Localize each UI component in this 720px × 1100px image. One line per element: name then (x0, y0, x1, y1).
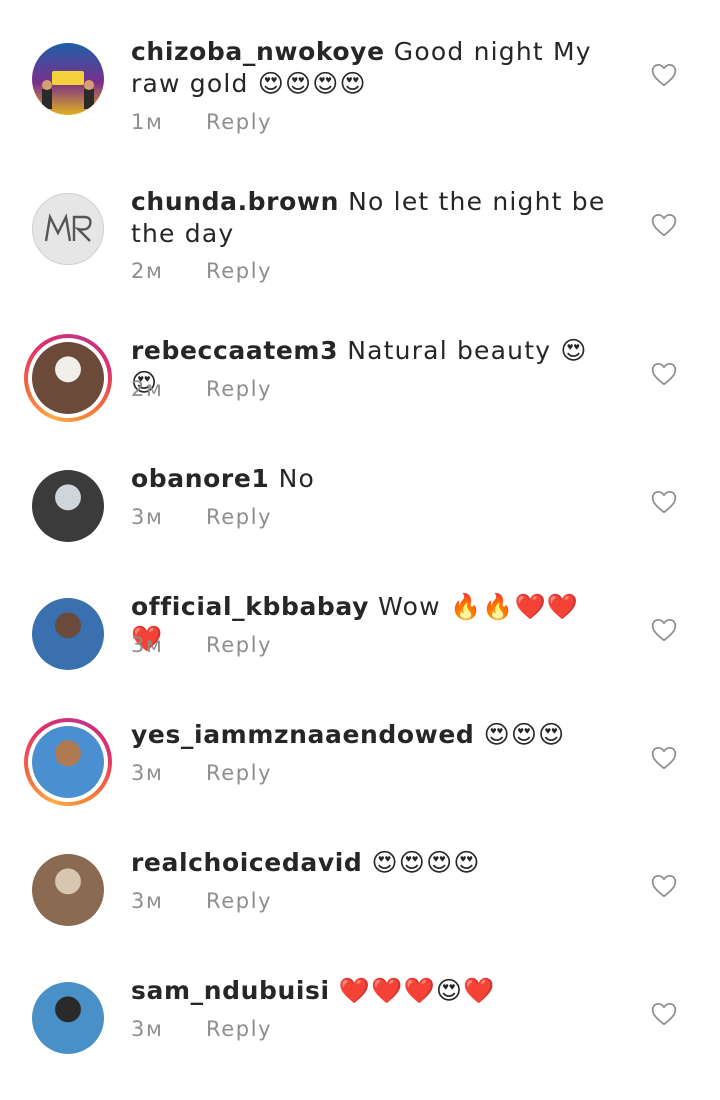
comment-timestamp: 3м (131, 889, 164, 913)
like-heart-icon[interactable] (648, 359, 680, 389)
comment-emoji: ❤️❤️❤️😍❤️ (338, 976, 496, 1005)
comment-emoji: 😍😍😍😍 (257, 69, 367, 98)
like-heart-icon[interactable] (648, 210, 680, 240)
monogram-logo-icon (44, 213, 92, 242)
comment-text: chunda.brown No let the night be the day (131, 186, 611, 250)
comment-timestamp: 2м (131, 377, 164, 401)
comment-text: sam_ndubuisi ❤️❤️❤️😍❤️ (131, 975, 611, 1007)
comment-username[interactable]: obanore1 (131, 464, 269, 493)
reply-button[interactable]: Reply (206, 259, 272, 283)
comment-username[interactable]: realchoicedavid (131, 848, 362, 877)
comment-message: Wow (378, 592, 441, 621)
avatar[interactable] (32, 982, 104, 1054)
comment-meta: 2м Reply (131, 377, 272, 401)
like-heart-icon[interactable] (648, 60, 680, 90)
comment-timestamp: 2м (131, 259, 164, 283)
reply-button[interactable]: Reply (206, 377, 272, 401)
avatar[interactable] (32, 470, 104, 542)
comment-meta: 3м Reply (131, 1017, 272, 1041)
comment-timestamp: 3м (131, 761, 164, 785)
like-heart-icon[interactable] (648, 999, 680, 1029)
comment-timestamp: 3м (131, 1017, 164, 1041)
comment-meta: 3м Reply (131, 633, 272, 657)
story-ring-gap (28, 722, 108, 802)
comment-username[interactable]: chunda.brown (131, 187, 339, 216)
person-photo-avatar (32, 854, 104, 926)
person-photo-avatar (32, 470, 104, 542)
avatar[interactable] (32, 854, 104, 926)
reply-button[interactable]: Reply (206, 110, 272, 134)
comment-emoji: 😍😍😍 (483, 720, 566, 749)
like-heart-icon[interactable] (648, 487, 680, 517)
story-ring-avatar[interactable] (24, 718, 112, 806)
comment-meta: 3м Reply (131, 889, 272, 913)
monogram-logo-avatar (32, 193, 104, 265)
like-heart-icon[interactable] (648, 743, 680, 773)
comment-meta: 2м Reply (131, 259, 272, 283)
story-ring-gap (28, 338, 108, 418)
comment-timestamp: 3м (131, 633, 164, 657)
comment-text: obanore1 No (131, 463, 611, 495)
avatar[interactable] (32, 43, 104, 115)
comment-text: chizoba_nwokoye Good night My raw gold 😍… (131, 36, 611, 100)
comment-meta: 3м Reply (131, 761, 272, 785)
story-ring-avatar[interactable] (24, 334, 112, 422)
comment-emoji: 😍😍😍😍 (371, 848, 481, 877)
reply-button[interactable]: Reply (206, 505, 272, 529)
reply-button[interactable]: Reply (206, 889, 272, 913)
person-photo-avatar (32, 342, 104, 414)
comment-username[interactable]: sam_ndubuisi (131, 976, 330, 1005)
comment-username[interactable]: yes_iammznaaendowed (131, 720, 474, 749)
reply-button[interactable]: Reply (206, 761, 272, 785)
comment-username[interactable]: official_kbbabay (131, 592, 369, 621)
comment-timestamp: 1м (131, 110, 164, 134)
comment-message: Natural beauty (347, 336, 552, 365)
movie-poster-icon (42, 71, 94, 109)
reply-button[interactable]: Reply (206, 633, 272, 657)
comment-text: yes_iammznaaendowed 😍😍😍 (131, 719, 611, 751)
reply-button[interactable]: Reply (206, 1017, 272, 1041)
avatar[interactable] (32, 598, 104, 670)
comment-message: No (278, 464, 315, 493)
like-heart-icon[interactable] (648, 871, 680, 901)
movie-poster-avatar (32, 43, 104, 115)
comment-text: realchoicedavid 😍😍😍😍 (131, 847, 611, 879)
person-photo-avatar (32, 598, 104, 670)
comment-username[interactable]: chizoba_nwokoye (131, 37, 385, 66)
like-heart-icon[interactable] (648, 615, 680, 645)
comment-timestamp: 3м (131, 505, 164, 529)
person-photo-avatar (32, 982, 104, 1054)
person-photo-avatar (32, 726, 104, 798)
comment-username[interactable]: rebeccaatem3 (131, 336, 338, 365)
comment-meta: 3м Reply (131, 505, 272, 529)
comment-meta: 1м Reply (131, 110, 272, 134)
avatar[interactable] (32, 193, 104, 265)
